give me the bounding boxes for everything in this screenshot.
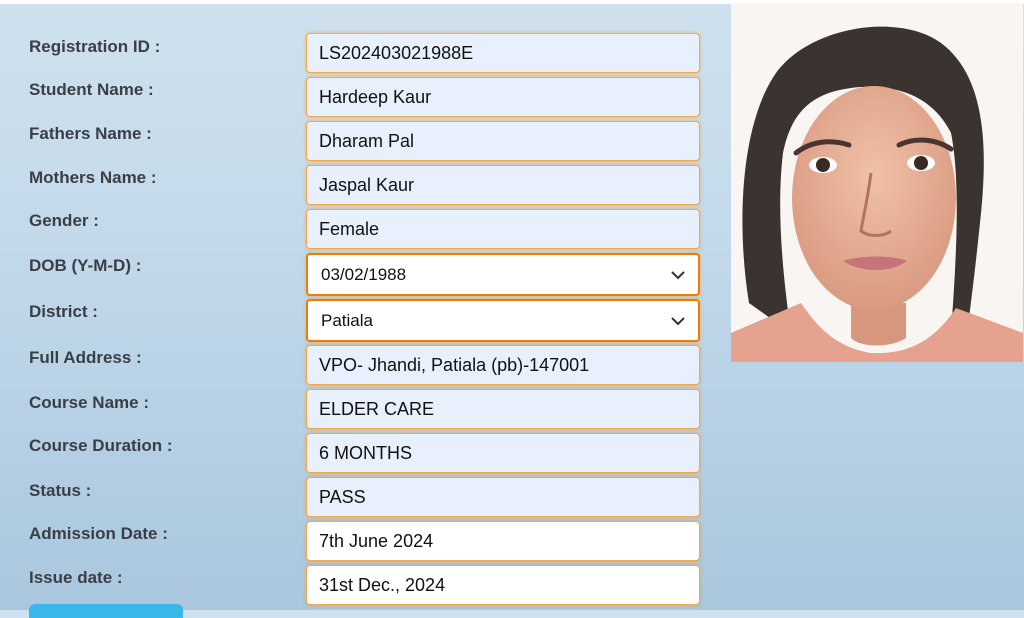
label-gender: Gender : xyxy=(29,211,99,230)
admission-date-field[interactable]: 7th June 2024 xyxy=(306,521,700,561)
label-course-name: Course Name : xyxy=(29,393,149,412)
issue-date-field[interactable]: 31st Dec., 2024 xyxy=(306,565,700,605)
label-issue-date: Issue date : xyxy=(29,568,123,587)
student-photo xyxy=(731,3,1023,362)
course-duration-field[interactable]: 6 MONTHS xyxy=(306,433,700,473)
course-name-field[interactable]: ELDER CARE xyxy=(306,389,700,429)
label-admission-date: Admission Date : xyxy=(29,524,168,543)
district-select-value: Patiala xyxy=(321,311,373,330)
gender-field[interactable]: Female xyxy=(306,209,700,249)
student-photo-image xyxy=(731,3,1023,362)
registration-id-field[interactable]: LS202403021988E xyxy=(306,33,700,73)
dob-select-value: 03/02/1988 xyxy=(321,265,407,284)
label-mothers-name: Mothers Name : xyxy=(29,168,157,187)
label-full-address: Full Address : xyxy=(29,348,142,367)
label-registration-id: Registration ID : xyxy=(29,37,161,56)
label-district: District : xyxy=(29,302,98,321)
label-course-duration: Course Duration : xyxy=(29,436,173,455)
status-field[interactable]: PASS xyxy=(306,477,700,517)
mothers-name-field[interactable]: Jaspal Kaur xyxy=(306,165,700,205)
full-address-field[interactable]: VPO- Jhandi, Patiala (pb)-147001 xyxy=(306,345,700,385)
fathers-name-field[interactable]: Dharam Pal xyxy=(306,121,700,161)
dob-select[interactable]: 03/02/1988 xyxy=(306,253,700,296)
submit-button[interactable] xyxy=(29,604,183,618)
label-student-name: Student Name : xyxy=(29,80,154,99)
district-select[interactable]: Patiala xyxy=(306,299,700,342)
chevron-down-icon xyxy=(671,271,685,280)
student-name-field[interactable]: Hardeep Kaur xyxy=(306,77,700,117)
label-status: Status : xyxy=(29,481,92,500)
label-fathers-name: Fathers Name : xyxy=(29,124,152,143)
label-dob: DOB (Y-M-D) : xyxy=(29,256,142,275)
chevron-down-icon xyxy=(671,317,685,326)
